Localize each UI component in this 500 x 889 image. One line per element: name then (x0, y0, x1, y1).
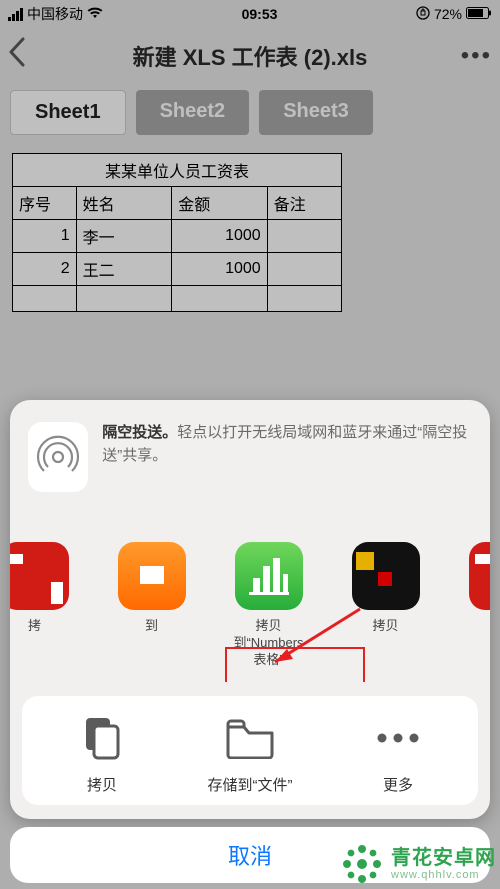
action-copy[interactable]: 拷贝 (28, 712, 176, 795)
airdrop-row[interactable]: 隔空投送。轻点以打开无线局域网和蓝牙来通过“隔空投送”共享。 (10, 400, 490, 512)
watermark-text: 青花安卓网 www.qhhlv.com (391, 847, 496, 881)
airdrop-title: 隔空投送。 (102, 424, 177, 441)
annotation-highlight-box (225, 647, 365, 682)
airdrop-icon (28, 422, 88, 492)
share-app[interactable]: 拷 (460, 542, 490, 650)
action-save-to-files[interactable]: 存储到“文件” (176, 712, 324, 795)
watermark: 青花安卓网 www.qhhlv.com (341, 843, 496, 885)
app-icon (10, 542, 69, 610)
share-actions-card: 拷贝 存储到“文件” 更多 (22, 696, 478, 805)
share-sheet: 隔空投送。轻点以打开无线局域网和蓝牙来通过“隔空投送”共享。 拷 到 拷贝到“N… (10, 400, 490, 819)
share-app[interactable]: 到 (109, 542, 194, 650)
more-icon (365, 712, 431, 764)
watermark-url: www.qhhlv.com (391, 869, 496, 881)
app-label: 拷贝 (372, 618, 398, 650)
action-label: 拷贝 (87, 774, 117, 795)
airdrop-text: 隔空投送。轻点以打开无线局域网和蓝牙来通过“隔空投送”共享。 (102, 422, 472, 467)
action-label: 存储到“文件” (208, 774, 293, 795)
watermark-logo-icon (341, 843, 383, 885)
app-icon (352, 542, 420, 610)
numbers-icon (235, 542, 303, 610)
folder-icon (217, 712, 283, 764)
share-app-numbers[interactable]: 拷贝到“Numbers 表格” (226, 542, 311, 650)
share-apps-row[interactable]: 拷 到 拷贝到“Numbers 表格” 拷贝 拷 (10, 512, 490, 682)
cancel-label: 取消 (228, 839, 272, 871)
app-icon (118, 542, 186, 610)
app-label: 到 (145, 618, 158, 650)
share-app[interactable]: 拷 (10, 542, 77, 650)
watermark-brand: 青花安卓网 (391, 847, 496, 869)
copy-icon (69, 712, 135, 764)
action-label: 更多 (383, 774, 413, 795)
share-app[interactable]: 拷贝 (343, 542, 428, 650)
app-label: 拷贝到“Numbers 表格” (226, 618, 311, 650)
app-icon (469, 542, 491, 610)
app-label: 拷 (28, 618, 41, 650)
action-more[interactable]: 更多 (324, 712, 472, 795)
